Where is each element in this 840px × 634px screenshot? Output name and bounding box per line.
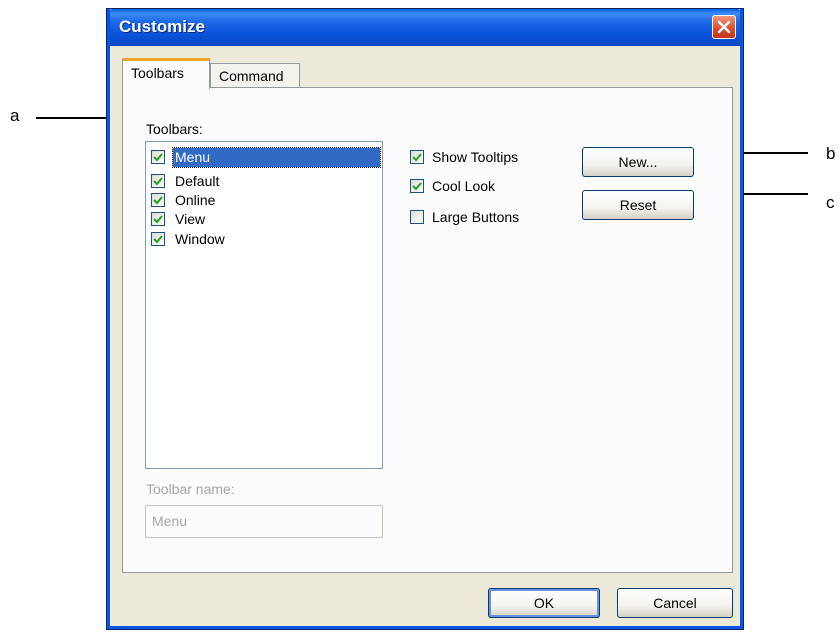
toolbar-name-field[interactable]: Menu [145, 505, 383, 538]
ok-button[interactable]: OK [488, 588, 600, 618]
checkmark-icon [153, 215, 163, 224]
list-item-checkbox[interactable] [151, 193, 165, 207]
checkbox-box[interactable] [410, 179, 424, 193]
list-item-checkbox[interactable] [151, 150, 165, 164]
checkmark-icon [412, 153, 422, 162]
list-item-label: Window [175, 231, 225, 247]
checkmark-icon [153, 235, 163, 244]
list-item-checkbox[interactable] [151, 212, 165, 226]
checkmark-icon [153, 153, 163, 162]
checkmark-icon [153, 196, 163, 205]
checkbox-box[interactable] [410, 210, 424, 224]
reset-button[interactable]: Reset [582, 190, 694, 220]
list-item-checkbox[interactable] [151, 174, 165, 188]
show-tooltips-label: Show Tooltips [432, 149, 519, 165]
large-buttons-label: Large Buttons [432, 209, 520, 225]
checkbox-box[interactable] [410, 150, 424, 164]
tab-toolbars-label: Toolbars [131, 65, 184, 81]
list-item-checkbox[interactable] [151, 232, 165, 246]
window-title: Customize [119, 17, 205, 36]
toolbars-label: Toolbars: [146, 121, 203, 137]
close-icon [717, 20, 731, 34]
checkmark-icon [412, 182, 422, 191]
list-item-label: View [175, 211, 206, 227]
annotation-label-b: b [826, 144, 836, 163]
toolbar-name-label: Toolbar name: [146, 481, 235, 497]
toolbars-listbox[interactable]: Menu Default Online View Window [145, 141, 383, 469]
new-button[interactable]: New... [582, 147, 694, 177]
cancel-button[interactable]: Cancel [617, 588, 733, 618]
cool-look-label: Cool Look [432, 178, 496, 194]
checkmark-icon [153, 177, 163, 186]
list-item-label: Online [175, 192, 216, 208]
close-button[interactable] [712, 15, 736, 39]
list-item-label: Menu [172, 147, 381, 168]
tab-command[interactable]: Command [210, 63, 300, 87]
tab-command-label: Command [219, 68, 284, 84]
annotation-label-c: c [826, 193, 835, 212]
tab-toolbars[interactable]: Toolbars [122, 58, 210, 89]
title-bar[interactable]: Customize [107, 9, 743, 46]
annotation-label-a: a [10, 106, 20, 125]
list-item-label: Default [175, 173, 220, 189]
